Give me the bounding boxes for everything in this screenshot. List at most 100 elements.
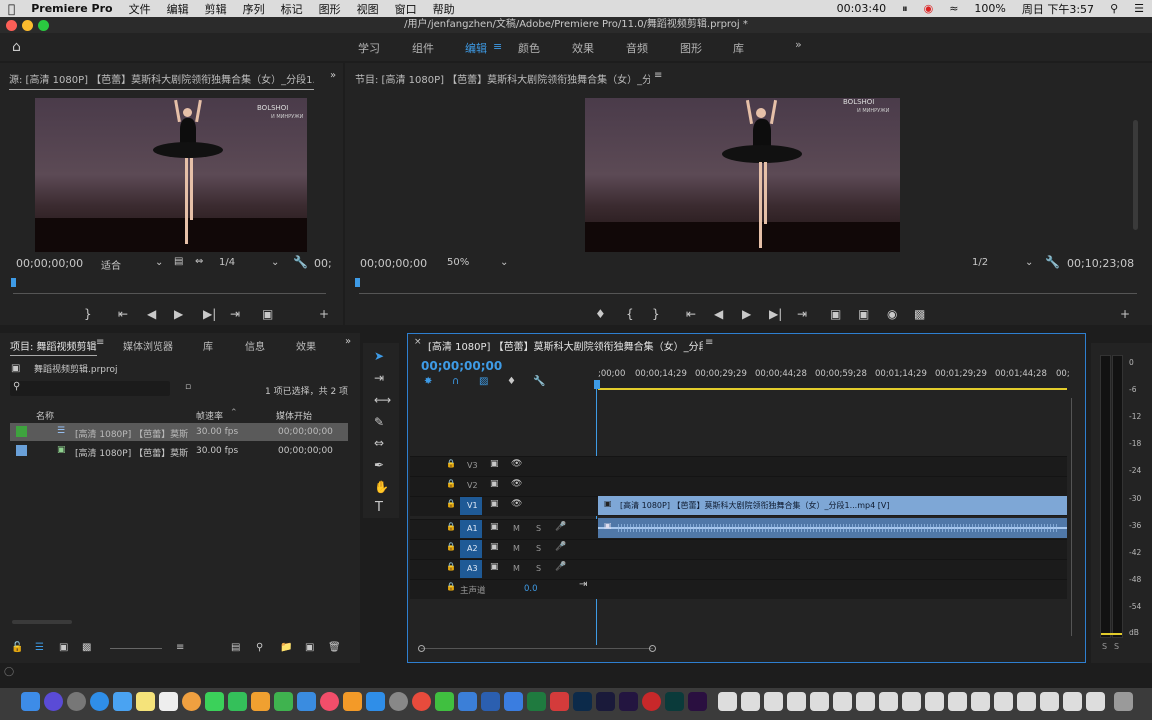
- project-search-input[interactable]: [10, 381, 170, 396]
- books-icon[interactable]: [343, 692, 362, 711]
- workspace-effects[interactable]: 效果: [572, 40, 594, 56]
- sync-lock-icon[interactable]: ▣: [490, 542, 499, 552]
- program-zoom-dropdown[interactable]: 50% ⌄: [447, 257, 511, 268]
- workspace-edit[interactable]: 编辑: [465, 40, 487, 56]
- workspace-color[interactable]: 颜色: [518, 40, 540, 56]
- sort-icons-icon[interactable]: ≡: [176, 642, 184, 653]
- scale-icon[interactable]: ⇔: [195, 256, 203, 267]
- lift-icon[interactable]: ▣: [830, 307, 841, 321]
- source-fit-dropdown[interactable]: 适合 ⌄: [101, 257, 165, 272]
- column-name[interactable]: 名称: [36, 409, 54, 422]
- workspace-assembly[interactable]: 组件: [412, 40, 434, 56]
- premiere-pro-icon[interactable]: [688, 692, 707, 711]
- slip-tool-icon[interactable]: ⇔: [374, 436, 384, 450]
- pages-icon[interactable]: [251, 692, 270, 711]
- panel-menu-icon[interactable]: ≡: [705, 337, 713, 348]
- nest-toggle-icon[interactable]: ✸: [424, 376, 432, 387]
- program-timecode[interactable]: 00;00;00;00: [360, 257, 427, 270]
- microphone-icon[interactable]: 🎤: [555, 522, 566, 532]
- program-scrollbar[interactable]: [1133, 120, 1138, 230]
- solo-button[interactable]: S: [536, 564, 541, 573]
- source-monitor-tab[interactable]: 源: [高清 1080P] 【芭蕾】莫斯科大剧院领衔独舞合集（女）_分段1...…: [9, 71, 314, 90]
- audition-icon[interactable]: [665, 692, 684, 711]
- menu-window[interactable]: 窗口: [387, 1, 425, 17]
- add-marker-icon[interactable]: ♦: [595, 307, 606, 321]
- zoom-window-button[interactable]: [38, 20, 49, 31]
- qq-icon[interactable]: [458, 692, 477, 711]
- linked-selection-icon[interactable]: ▨: [479, 376, 488, 387]
- safari-icon[interactable]: [90, 692, 109, 711]
- lock-icon[interactable]: 🔒: [446, 459, 456, 468]
- sync-lock-icon[interactable]: ▣: [490, 522, 499, 532]
- launchpad-icon[interactable]: [67, 692, 86, 711]
- document-icon[interactable]: [948, 692, 967, 711]
- photos-icon[interactable]: [182, 692, 201, 711]
- menu-list-icon[interactable]: ☰: [1126, 2, 1152, 15]
- menu-markers[interactable]: 标记: [273, 1, 311, 17]
- pen-tool-icon[interactable]: ✒: [374, 458, 384, 472]
- label-color-swatch[interactable]: [16, 445, 27, 456]
- notes-icon[interactable]: [136, 692, 155, 711]
- home-icon[interactable]: ⌂: [12, 39, 21, 55]
- menu-file[interactable]: 文件: [121, 1, 159, 17]
- new-bin-from-search-icon[interactable]: ▫: [185, 382, 191, 392]
- export-frame-icon[interactable]: ◉: [887, 307, 897, 321]
- mark-out-icon[interactable]: }: [84, 307, 92, 321]
- find-icon[interactable]: ⚲: [256, 642, 263, 653]
- document-icon[interactable]: [994, 692, 1013, 711]
- trash-icon[interactable]: 🗑: [328, 642, 341, 653]
- new-bin-icon[interactable]: 📁: [280, 642, 292, 653]
- workspace-menu-icon[interactable]: ≡: [493, 40, 502, 53]
- microphone-icon[interactable]: 🎤: [555, 542, 566, 552]
- go-to-out-icon[interactable]: ⇥: [797, 307, 807, 321]
- step-forward-icon[interactable]: ▶|: [203, 307, 216, 321]
- messages-icon[interactable]: [205, 692, 224, 711]
- selection-tool-icon[interactable]: ➤: [374, 349, 384, 363]
- word-icon[interactable]: [481, 692, 500, 711]
- menu-view[interactable]: 视图: [349, 1, 387, 17]
- work-area-bar[interactable]: [598, 388, 1067, 390]
- facetime-icon[interactable]: [228, 692, 247, 711]
- workspace-learn[interactable]: 学习: [358, 40, 380, 56]
- mute-button[interactable]: M: [513, 564, 520, 573]
- reminders-icon[interactable]: [159, 692, 178, 711]
- after-effects-icon[interactable]: [619, 692, 638, 711]
- menu-help[interactable]: 帮助: [425, 1, 463, 17]
- mark-out-icon[interactable]: }: [652, 307, 660, 321]
- mark-in-icon[interactable]: {: [626, 307, 634, 321]
- menu-edit[interactable]: 编辑: [159, 1, 197, 17]
- menu-sequence[interactable]: 序列: [235, 1, 273, 17]
- tab-info[interactable]: 信息: [245, 338, 265, 353]
- program-monitor-tab[interactable]: 节目: [高清 1080P] 【芭蕾】莫斯科大剧院领衔独舞合集（女）_分段1..…: [355, 71, 650, 86]
- program-resolution-dropdown[interactable]: 1/2 ⌄: [972, 257, 1034, 268]
- document-icon[interactable]: [764, 692, 783, 711]
- meter-solo-right[interactable]: S: [1114, 642, 1119, 651]
- apple-icon[interactable]: : [0, 2, 23, 16]
- music-icon[interactable]: [320, 692, 339, 711]
- document-icon[interactable]: [718, 692, 737, 711]
- label-color-swatch[interactable]: [16, 426, 27, 437]
- document-icon[interactable]: [879, 692, 898, 711]
- document-icon[interactable]: [971, 692, 990, 711]
- wrench-icon[interactable]: 🔧: [1045, 255, 1060, 269]
- workspace-graphics[interactable]: 图形: [680, 40, 702, 56]
- feishu-icon[interactable]: [504, 692, 523, 711]
- tab-media-browser[interactable]: 媒体浏览器: [123, 338, 173, 353]
- netease-music-icon[interactable]: [642, 692, 661, 711]
- razor-tool-icon[interactable]: ✎: [374, 415, 384, 429]
- step-back-icon[interactable]: ◀: [714, 307, 723, 321]
- ripple-edit-tool-icon[interactable]: ⟷: [374, 393, 391, 407]
- snap-icon[interactable]: ∩: [452, 376, 459, 387]
- lock-icon[interactable]: 🔒: [446, 582, 456, 591]
- step-back-icon[interactable]: ◀: [147, 307, 156, 321]
- program-playhead[interactable]: [355, 278, 360, 287]
- meter-solo-left[interactable]: S: [1102, 642, 1107, 651]
- source-playhead[interactable]: [11, 278, 16, 287]
- list-view-icon[interactable]: ☰: [35, 642, 44, 653]
- menu-graphics[interactable]: 图形: [311, 1, 349, 17]
- pause-record-icon[interactable]: ⏸: [894, 2, 916, 16]
- tab-project[interactable]: 项目: 舞蹈视频剪辑: [10, 338, 97, 356]
- go-to-in-icon[interactable]: ⇤: [118, 307, 128, 321]
- clock[interactable]: 周日 下午3:57: [1014, 1, 1102, 17]
- add-button-icon[interactable]: +: [1120, 307, 1130, 321]
